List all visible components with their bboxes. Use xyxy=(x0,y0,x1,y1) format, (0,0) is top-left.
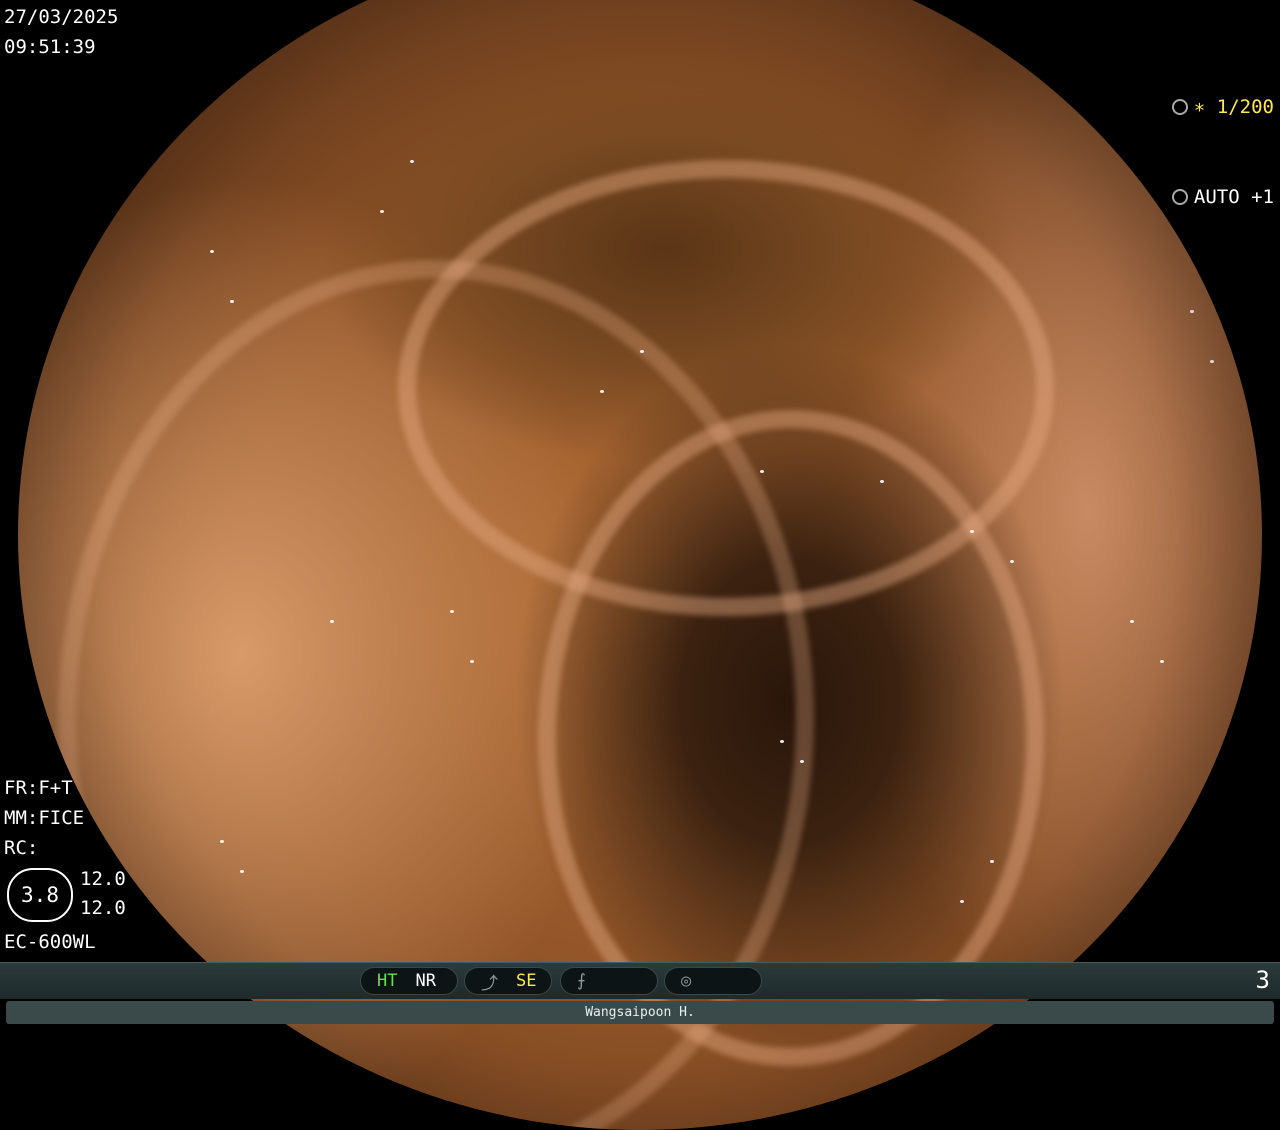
magnification-badge: 3.8 xyxy=(7,868,73,922)
specular-glint xyxy=(880,480,884,483)
iris-icon xyxy=(1171,189,1188,205)
specular-glint xyxy=(1190,310,1194,313)
specular-glint xyxy=(330,620,334,623)
specular-glint xyxy=(970,530,974,533)
shutter-value: ∗ 1/200 xyxy=(1193,96,1274,118)
specular-glint xyxy=(210,250,214,253)
mucosal-fold xyxy=(398,160,1054,616)
specular-glint xyxy=(960,900,964,903)
specular-glint xyxy=(990,860,994,863)
datetime-block: 27/03/2025 09:51:39 xyxy=(4,2,118,62)
time-text: 09:51:39 xyxy=(4,36,96,58)
specular-glint xyxy=(230,300,234,303)
specular-glint xyxy=(600,390,604,393)
specular-glint xyxy=(1160,660,1164,663)
page-number: 3 xyxy=(1255,966,1270,994)
scope-model: EC-600WL xyxy=(4,931,96,953)
value-1: 12.0 xyxy=(80,868,126,890)
specular-glint xyxy=(470,660,474,663)
ht-indicator: HT xyxy=(377,971,398,991)
mm-setting: MM:FICE xyxy=(4,807,85,829)
specular-glint xyxy=(640,350,644,353)
specular-glint xyxy=(780,740,784,743)
specular-glint xyxy=(1210,360,1214,363)
specular-glint xyxy=(800,760,804,763)
se-pill: ⤴ SE xyxy=(464,967,552,995)
badge-values: 12.0 12.0 xyxy=(80,865,126,923)
date-text: 27/03/2025 xyxy=(4,6,119,28)
outer-fold xyxy=(58,260,814,1130)
endoscope-image xyxy=(18,0,1262,1130)
se-indicator: SE xyxy=(516,971,537,991)
specular-glint xyxy=(240,870,244,873)
iris-value: AUTO +1 xyxy=(1193,186,1274,208)
exposure-block: ∗ 1/200 AUTO +1 xyxy=(1171,32,1274,242)
rc-setting: RC: xyxy=(4,837,39,859)
specular-glint xyxy=(760,470,764,473)
value-2: 12.0 xyxy=(80,897,126,919)
status-bar: HT NR ⤴ SE ⨍ ◎ xyxy=(0,962,1280,999)
specular-glint xyxy=(450,610,454,613)
operator-bar: Wangsaipoon H. xyxy=(6,1001,1274,1024)
specular-glint xyxy=(1130,620,1134,623)
specular-glint xyxy=(410,160,414,163)
ht-nr-pill: HT NR xyxy=(360,967,458,995)
aperture-icon xyxy=(1171,99,1188,115)
record-icon: ◎ xyxy=(681,971,692,991)
mode-pill: ⨍ xyxy=(560,967,658,995)
settings-block: FR:F+T MM:FICE RC: xyxy=(4,773,84,863)
nr-indicator: NR xyxy=(415,971,436,991)
fr-setting: FR:F+T xyxy=(4,777,73,799)
specular-glint xyxy=(1010,560,1014,563)
curve-icon: ⨍ xyxy=(577,971,586,991)
record-pill: ◎ xyxy=(664,967,762,995)
specular-glint xyxy=(380,210,384,213)
specular-glint xyxy=(220,840,224,843)
structure-icon: ⤴ xyxy=(481,973,498,994)
